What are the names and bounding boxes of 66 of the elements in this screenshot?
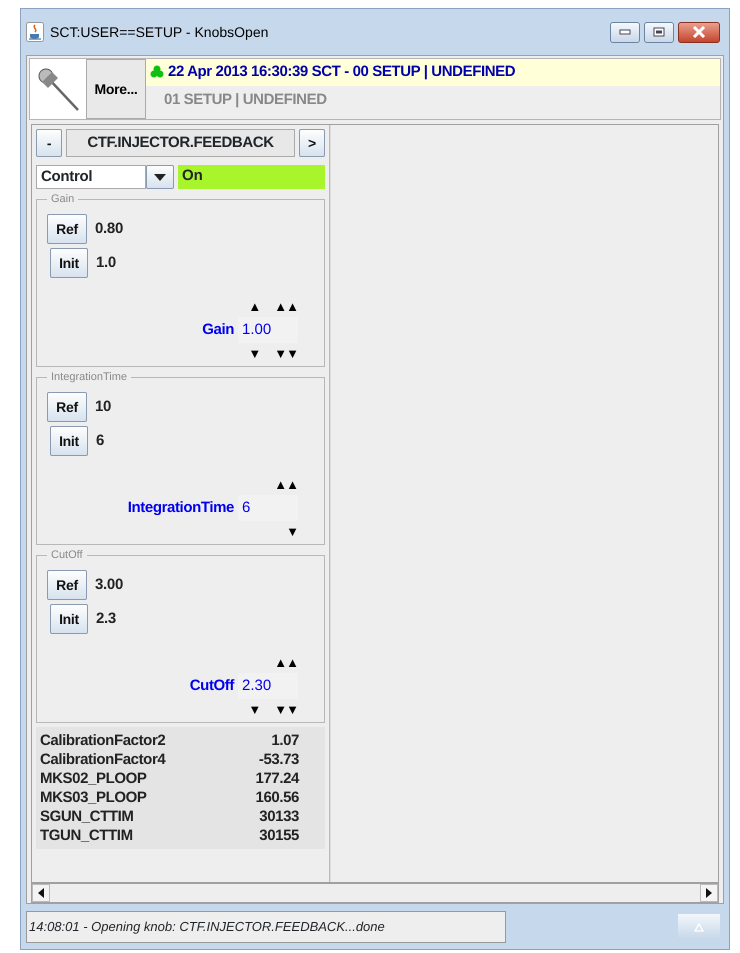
ref-value: 3.00 [95, 574, 123, 595]
decrease-arrow[interactable]: ▼ [286, 525, 298, 538]
status-message: 14:08:01 - Opening knob: CTF.INJECTOR.FEEDBACK...done [26, 911, 506, 943]
minimize-icon [619, 29, 631, 35]
mode-dropdown[interactable]: Control [36, 165, 146, 189]
sub-status-text: 01 SETUP | UNDEFINED [163, 90, 328, 110]
increase-arrow[interactable]: ▲▲ [274, 300, 298, 312]
window-title: SCT:USER==SETUP - KnobsOpen [50, 22, 270, 42]
ref-button[interactable]: Ref [47, 392, 87, 422]
right-arrow-icon [706, 888, 712, 898]
init-value: 1.0 [96, 252, 116, 273]
left-arrow-icon [38, 888, 44, 898]
scroll-right-button[interactable] [700, 884, 718, 902]
ref-value: 0.80 [95, 218, 123, 239]
more-button[interactable]: More... [86, 59, 146, 119]
reading-value: 177.24 [254, 769, 299, 788]
reading-value: 160.56 [254, 788, 299, 807]
ref-button[interactable]: Ref [47, 570, 87, 600]
init-button[interactable]: Init [50, 604, 88, 634]
decrease-arrow[interactable]: ▼ [248, 347, 260, 360]
reading-value: 30155 [258, 826, 299, 845]
ref-button[interactable]: Ref [47, 214, 87, 244]
ref-value: 10 [95, 396, 112, 417]
reading-name: MKS02_PLOOP [40, 769, 148, 788]
next-button[interactable]: > [299, 129, 325, 157]
reading-value: 30133 [258, 807, 299, 826]
reading-name: SGUN_CTTIM [40, 807, 135, 826]
knob-value[interactable]: 6 [238, 494, 298, 521]
decrease-arrow[interactable]: ▼ [248, 703, 260, 716]
status-text: 22 Apr 2013 16:30:39 SCT - 00 SETUP | UNDEFINED [168, 62, 516, 82]
status-led-icon [150, 65, 164, 80]
init-button[interactable]: Init [50, 248, 88, 278]
reading-name: CalibrationFactor4 [40, 750, 167, 769]
reading-value: -53.73 [258, 750, 299, 769]
minimize-button[interactable] [610, 22, 640, 42]
knob-title: CTF.INJECTOR.FEEDBACK [66, 129, 295, 157]
increase-arrow[interactable]: ▲ [248, 300, 260, 312]
decrease-arrow[interactable]: ▼▼ [274, 347, 298, 360]
knob-value[interactable]: 1.00 [238, 316, 298, 343]
reading-name: MKS03_PLOOP [40, 788, 148, 807]
decrease-arrow[interactable]: ▼▼ [274, 703, 298, 716]
increase-arrow[interactable]: ▲▲ [274, 478, 298, 490]
maximize-button[interactable] [644, 22, 674, 42]
init-button[interactable]: Init [50, 426, 88, 456]
knob-label: Gain [202, 320, 234, 340]
reading-name: CalibrationFactor2 [40, 731, 166, 750]
init-value: 2.3 [96, 608, 116, 629]
horizontal-scrollbar[interactable] [31, 883, 719, 903]
close-icon [692, 26, 706, 38]
java-icon [26, 22, 44, 42]
dropdown-button[interactable] [146, 165, 174, 189]
reading-value: 1.07 [270, 731, 299, 750]
init-value: 6 [96, 430, 104, 451]
reading-name: TGUN_CTTIM [40, 826, 134, 845]
increase-arrow[interactable]: ▲▲ [274, 656, 298, 668]
mode-state: On [178, 165, 325, 189]
caret-icon [154, 174, 166, 180]
up-arrow-icon [694, 922, 704, 932]
maximize-icon [653, 27, 665, 37]
knob-label: CutOff [190, 676, 234, 696]
section-title: IntegrationTime [47, 369, 132, 386]
knob-value[interactable]: 2.30 [238, 672, 298, 699]
close-button[interactable] [678, 22, 720, 42]
scroll-left-button[interactable] [32, 884, 50, 902]
collapse-button[interactable]: - [36, 129, 62, 157]
knob-label: IntegrationTime [128, 498, 234, 518]
